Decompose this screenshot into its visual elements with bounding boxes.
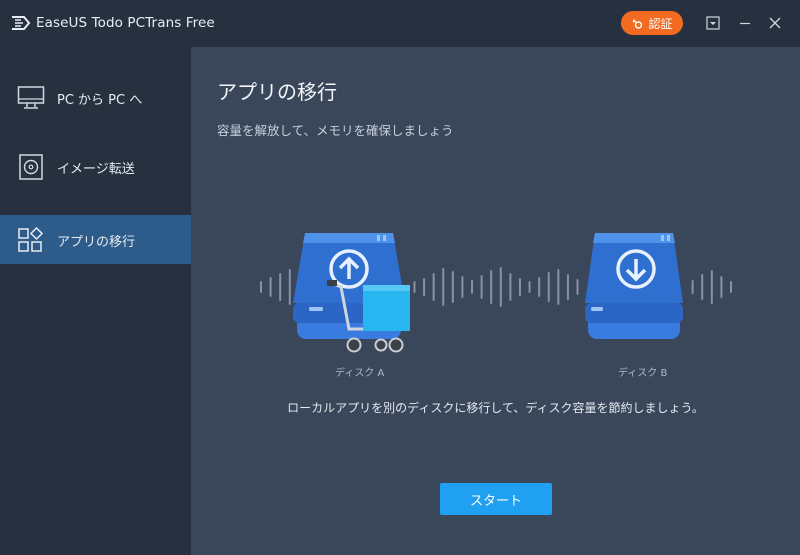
sidebar-item-label: アプリの移行: [57, 235, 136, 250]
app-logo-icon: [12, 16, 31, 30]
apps-grid-icon: [18, 227, 44, 252]
migration-illustration: [260, 233, 732, 353]
monitor-icon: [17, 86, 45, 109]
sidebar-item-image-transfer[interactable]: イメージ転送: [0, 142, 191, 191]
close-icon: [769, 17, 781, 29]
activate-label: 認証: [648, 16, 673, 31]
disk-b-label: ディスク B: [618, 368, 668, 379]
key-icon: [632, 18, 643, 29]
title-bar: EaseUS Todo PCTrans Free 認証: [0, 0, 800, 47]
page-title: アプリの移行: [217, 80, 337, 104]
sidebar-item-app-migration[interactable]: アプリの移行: [0, 215, 191, 264]
sidebar: PC から PC へ イメージ転送 アプリの移行: [0, 47, 191, 555]
app-title: EaseUS Todo PCTrans Free: [36, 15, 215, 31]
sidebar-item-label: イメージ転送: [57, 162, 135, 177]
minimize-button[interactable]: [734, 12, 756, 34]
disk-b-icon: [585, 233, 683, 339]
disk-a-label: ディスク A: [335, 368, 385, 379]
page-subtitle: 容量を解放して、メモリを確保しましょう: [217, 123, 454, 138]
sidebar-item-pc-to-pc[interactable]: PC から PC へ: [0, 73, 191, 122]
sidebar-item-label: PC から PC へ: [57, 93, 143, 108]
main-panel: アプリの移行 容量を解放して、メモリを確保しましょう ディスク A ディスク B…: [191, 47, 800, 555]
activate-button[interactable]: 認証: [621, 11, 683, 35]
disc-image-icon: [19, 154, 43, 180]
description-text: ローカルアプリを別のディスクに移行して、ディスク容量を節約しましょう。: [287, 401, 704, 415]
feedback-button[interactable]: [702, 12, 724, 34]
download-box-icon: [706, 16, 720, 30]
start-button[interactable]: スタート: [440, 483, 552, 515]
minimize-icon: [740, 22, 750, 25]
close-button[interactable]: [764, 12, 786, 34]
